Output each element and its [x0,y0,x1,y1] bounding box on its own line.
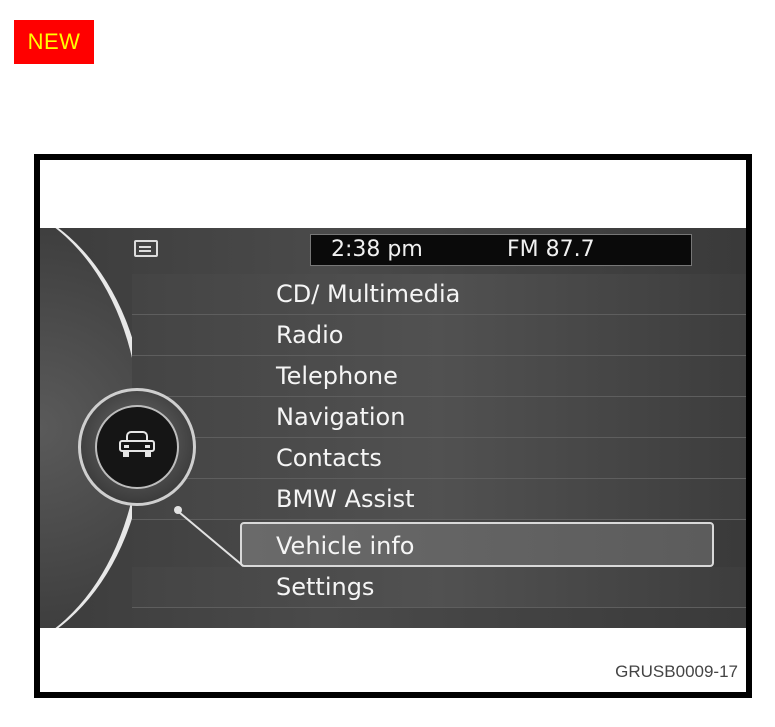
status-radio-station: FM 87.7 [507,237,595,262]
main-menu: CD/ Multimedia Radio Telephone Navigatio… [132,274,746,608]
status-time: 2:38 pm [331,237,423,262]
controller-knob[interactable] [78,388,196,506]
status-bar: 2:38 pm FM 87.7 [310,234,692,266]
new-badge: NEW [14,20,94,64]
menu-item-radio[interactable]: Radio [132,315,746,356]
display-icon [134,240,158,257]
menu-item-cd-multimedia[interactable]: CD/ Multimedia [132,274,746,315]
idrive-screen: 2:38 pm FM 87.7 CD/ Multimedia Radio Tel… [40,228,746,628]
car-icon [119,431,155,457]
menu-item-settings[interactable]: Settings [132,567,746,608]
controller-knob-center [95,405,179,489]
menu-item-navigation[interactable]: Navigation [132,397,746,438]
menu-item-telephone[interactable]: Telephone [132,356,746,397]
menu-item-vehicle-info[interactable]: Vehicle info [240,522,714,567]
figure-code: GRUSB0009-17 [615,662,738,681]
menu-item-bmw-assist[interactable]: BMW Assist [132,479,746,520]
menu-item-contacts[interactable]: Contacts [132,438,746,479]
idrive-screen-frame: 2:38 pm FM 87.7 CD/ Multimedia Radio Tel… [34,154,752,698]
